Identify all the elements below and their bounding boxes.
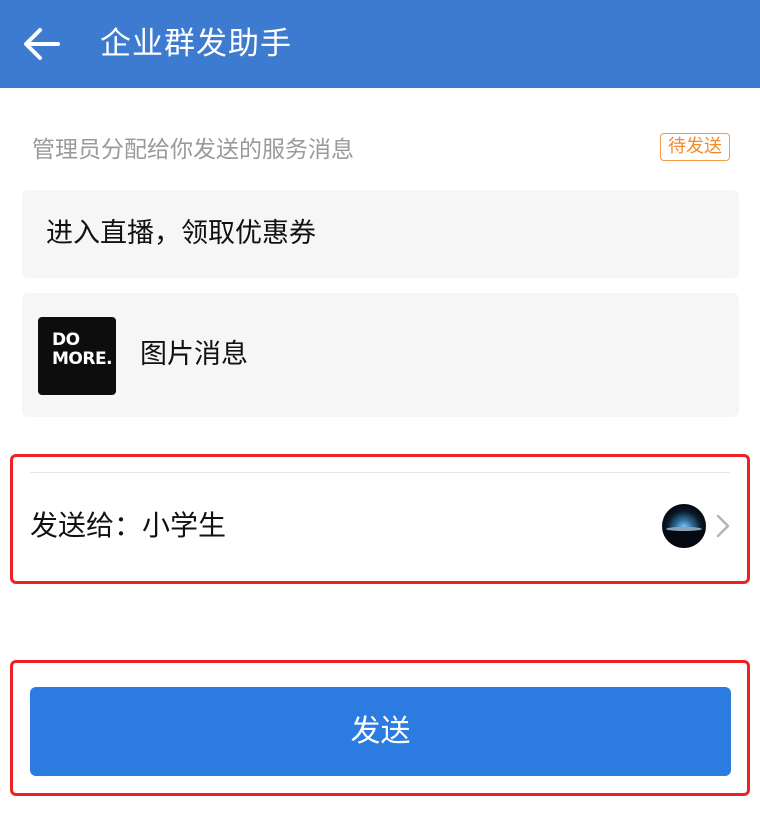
text-message: 进入直播，领取优惠券 [46, 218, 316, 249]
divider [30, 472, 730, 473]
send-button[interactable]: 发送 [30, 687, 731, 776]
thumbnail-text: DO MORE. [52, 330, 113, 369]
chevron-right-icon [714, 512, 732, 540]
status-badge: 待发送 [660, 133, 730, 161]
text-message-card: 进入直播，领取优惠券 [22, 190, 739, 278]
arrow-left-icon [24, 28, 60, 60]
image-message-label: 图片消息 [140, 339, 248, 370]
recipient-row[interactable]: 发送给：小学生 [14, 474, 746, 580]
image-thumbnail: DO MORE. [38, 317, 116, 395]
image-message-card[interactable]: DO MORE. 图片消息 [22, 293, 739, 417]
app-header: 企业群发助手 [0, 0, 760, 88]
message-description: 管理员分配给你发送的服务消息 [32, 137, 354, 163]
avatar [662, 504, 706, 548]
page-title: 企业群发助手 [100, 26, 292, 62]
back-button[interactable] [18, 20, 66, 68]
recipient-label: 发送给：小学生 [30, 509, 227, 542]
